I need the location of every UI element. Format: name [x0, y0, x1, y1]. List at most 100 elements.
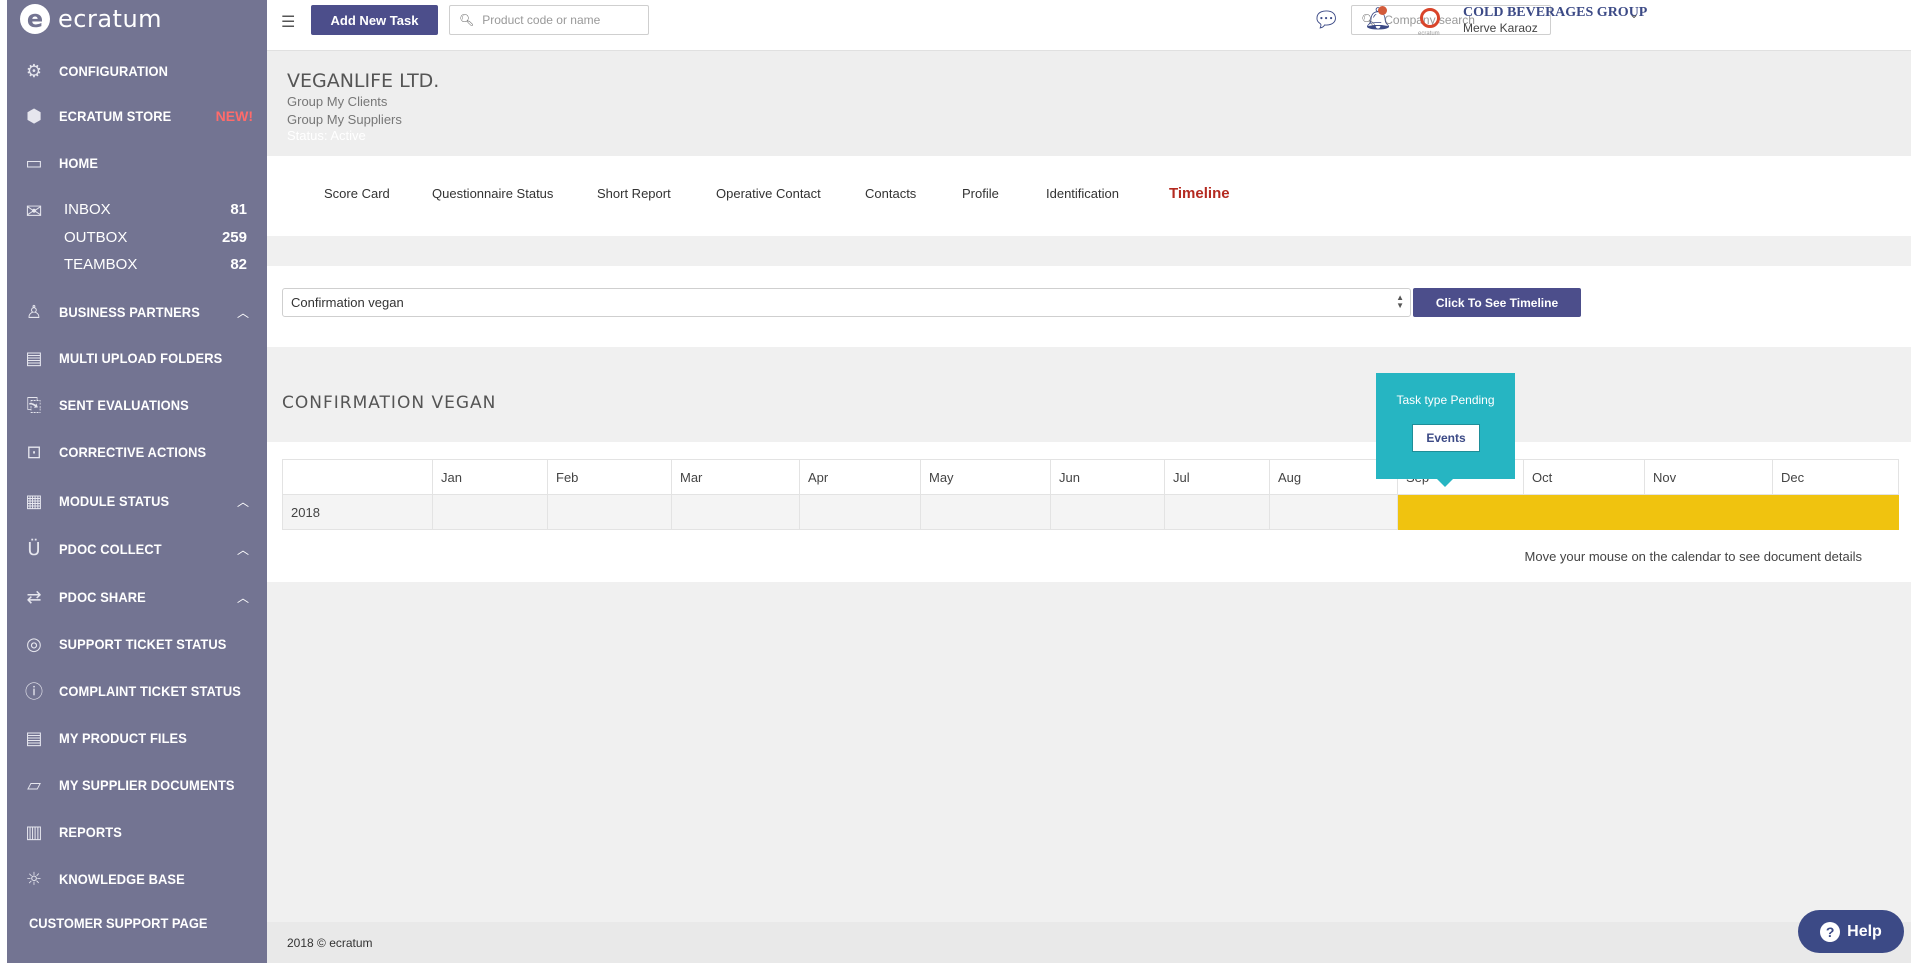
bar-chart-icon: ▥ [25, 821, 43, 843]
month-cell-filled[interactable] [1644, 494, 1773, 530]
cubes-icon: ⬢ [26, 105, 42, 127]
menu-toggle-icon[interactable]: ☰ [281, 12, 295, 32]
month-cell[interactable] [547, 494, 672, 530]
sidebar-item-outbox[interactable]: OUTBOX 259 [7, 224, 267, 250]
tooltip-arrow [1437, 479, 1453, 487]
group-clients: Group My Clients [287, 94, 388, 109]
search-icon: 🔍︎ [459, 13, 475, 27]
month-cell[interactable] [1050, 494, 1165, 530]
new-badge: NEW! [215, 108, 253, 124]
month-cell[interactable] [1164, 494, 1270, 530]
sidebar-item-ecratum-store[interactable]: ⬢ ECRATUM STORE NEW! [7, 100, 267, 132]
company-name[interactable]: COLD BEVERAGES GROUP [1463, 5, 1647, 21]
lifebuoy-icon: ◎ [26, 633, 42, 655]
sidebar-item-label: COMPLAINT TICKET STATUS [59, 683, 241, 699]
calendar-header-row: Jan Feb Mar Apr May Jun Jul Aug Sep Oct … [282, 459, 1899, 495]
select-arrows-icon: ▲ ▼ [1396, 293, 1404, 310]
sidebar-item-my-supplier-documents[interactable]: ▱ MY SUPPLIER DOCUMENTS [7, 769, 267, 801]
tab-contacts[interactable]: Contacts [865, 186, 916, 201]
tab-score-card[interactable]: Score Card [324, 186, 390, 201]
timeline-calendar: Jan Feb Mar Apr May Jun Jul Aug Sep Oct … [282, 459, 1899, 530]
info-icon: ⓘ [25, 682, 43, 703]
user-name[interactable]: Merve Karaoz [1463, 21, 1538, 35]
task-tooltip: Task type Pending Events [1376, 373, 1515, 487]
month-cell[interactable] [671, 494, 800, 530]
section-title: CONFIRMATION VEGAN [282, 393, 497, 413]
sidebar-item-configuration[interactable]: ⚙ CONFIGURATION [7, 55, 267, 87]
question-icon: ? [1820, 921, 1841, 942]
sidebar-item-module-status[interactable]: ▦ MODULE STATUS ︿ [7, 485, 267, 517]
tab-identification[interactable]: Identification [1046, 186, 1119, 201]
teambox-label: TEAMBOX [64, 255, 138, 273]
month-cell[interactable] [920, 494, 1051, 530]
tooltip-title: Task type Pending [1396, 393, 1495, 407]
month-header: Mar [671, 459, 800, 495]
document-type-select[interactable]: Confirmation vegan ▲ ▼ [282, 288, 1411, 317]
sidebar-item-pdoc-share[interactable]: ⇄ PDOC SHARE ︿ [7, 581, 267, 613]
timeline-selector: Confirmation vegan ▲ ▼ Click To See Timel… [267, 266, 1911, 347]
sidebar-item-pdoc-collect[interactable]: Ü PDOC COLLECT ︿ [7, 533, 267, 565]
calendar-area: Jan Feb Mar Apr May Jun Jul Aug Sep Oct … [267, 442, 1911, 582]
gears-icon: ⚙ [25, 60, 43, 82]
sidebar-item-business-partners[interactable]: ♙ BUSINESS PARTNERS ︿ [7, 296, 267, 328]
month-header: Apr [799, 459, 921, 495]
month-header: Dec [1772, 459, 1899, 495]
chevron-down-icon[interactable]: ⌄ [1629, 7, 1639, 21]
sidebar-item-label: PDOC COLLECT [59, 541, 162, 557]
events-button[interactable]: Events [1412, 424, 1480, 452]
see-timeline-button[interactable]: Click To See Timeline [1413, 288, 1581, 317]
sidebar-item-sent-evaluations[interactable]: ⎘ SENT EVALUATIONS [7, 389, 267, 421]
sidebar-item-corrective-actions[interactable]: ⊡ CORRECTIVE ACTIONS [7, 436, 267, 468]
sidebar-item-complaint-ticket-status[interactable]: ⓘ COMPLAINT TICKET STATUS [7, 675, 267, 707]
product-search-input[interactable] [482, 13, 633, 27]
notification-dot [1378, 6, 1387, 15]
customer-support-page-link[interactable]: CUSTOMER SUPPORT PAGE [29, 915, 207, 931]
product-search[interactable]: 🔍︎ [449, 5, 649, 35]
sidebar-item-teambox[interactable]: TEAMBOX 82 [7, 251, 267, 277]
month-cell-filled[interactable] [1523, 494, 1645, 530]
year-cell: 2018 [282, 494, 433, 530]
sidebar-item-knowledge-base[interactable]: ☼ KNOWLEDGE BASE [7, 863, 267, 895]
sidebar: e ecratum ⚙ CONFIGURATION ⬢ ECRATUM STOR… [0, 0, 267, 963]
chevron-up-icon[interactable]: ︿ [237, 493, 249, 510]
sidebar-item-my-product-files[interactable]: ▤ MY PRODUCT FILES [7, 722, 267, 754]
chevron-up-icon[interactable]: ︿ [237, 541, 249, 558]
client-header: VEGANLIFE LTD. Group My Clients Group My… [267, 51, 1911, 156]
tab-short-report[interactable]: Short Report [597, 186, 671, 201]
month-cell[interactable] [1269, 494, 1398, 530]
tab-timeline[interactable]: Timeline [1169, 185, 1230, 202]
month-cell-filled[interactable] [1397, 494, 1524, 530]
inbox-count: 81 [230, 200, 247, 218]
month-cell[interactable] [799, 494, 921, 530]
teambox-count: 82 [230, 255, 247, 273]
company-logo-icon [1420, 8, 1440, 28]
laptop-icon: ▭ [25, 152, 43, 174]
sidebar-item-support-ticket-status[interactable]: ◎ SUPPORT TICKET STATUS [7, 628, 267, 660]
tab-questionnaire-status[interactable]: Questionnaire Status [432, 186, 553, 201]
client-name: VEGANLIFE LTD. [287, 70, 440, 92]
help-button[interactable]: ? Help [1798, 910, 1904, 953]
evaluation-icon: ⎘ [26, 394, 42, 416]
share-icon: ⇄ [26, 586, 42, 608]
chevron-up-icon[interactable]: ︿ [237, 589, 249, 606]
month-header: Feb [547, 459, 672, 495]
lightbulb-icon: ☼ [25, 868, 43, 890]
sidebar-item-home[interactable]: ▭ HOME [7, 147, 267, 179]
tab-profile[interactable]: Profile [962, 186, 999, 201]
add-new-task-button[interactable]: Add New Task [311, 5, 438, 35]
sidebar-item-label: KNOWLEDGE BASE [59, 871, 185, 887]
modules-icon: ▦ [25, 490, 43, 512]
tab-operative-contact[interactable]: Operative Contact [716, 186, 821, 201]
chevron-up-icon[interactable]: ︿ [237, 304, 249, 321]
chat-icon[interactable]: 💬︎ [1312, 8, 1340, 33]
sidebar-item-multi-upload-folders[interactable]: ▤ MULTI UPLOAD FOLDERS [7, 342, 267, 374]
month-cell[interactable] [432, 494, 548, 530]
ecratum-logo[interactable]: e ecratum [20, 2, 162, 36]
sidebar-item-reports[interactable]: ▥ REPORTS [7, 816, 267, 848]
month-cell-filled[interactable] [1772, 494, 1899, 530]
calendar-hint: Move your mouse on the calendar to see d… [1524, 549, 1862, 564]
folder-icon: ▱ [27, 774, 41, 796]
sidebar-item-label: MY PRODUCT FILES [59, 730, 187, 746]
sidebar-item-inbox[interactable]: INBOX 81 [7, 196, 267, 222]
product-files-icon: ▤ [25, 727, 43, 749]
